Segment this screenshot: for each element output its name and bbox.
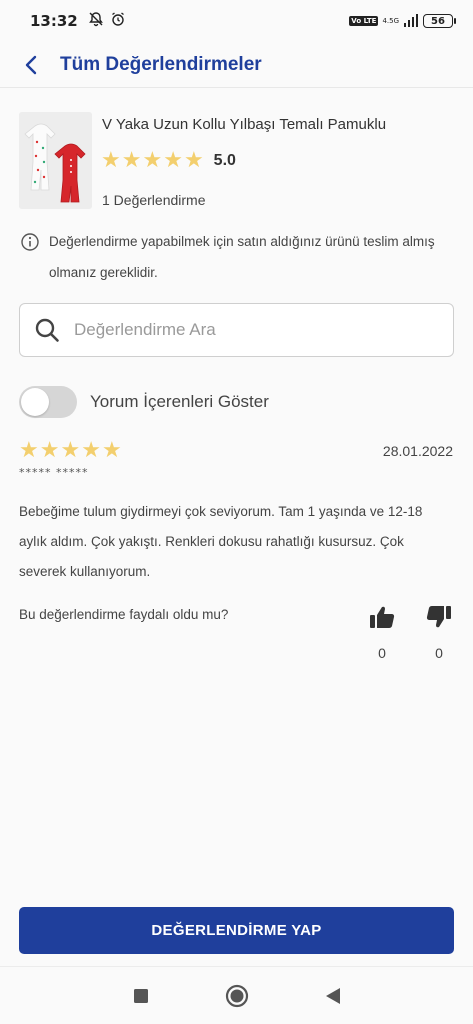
page-title: Tüm Değerlendirmeler bbox=[60, 53, 262, 75]
star-icon: ★ bbox=[142, 148, 163, 173]
status-bar: 13:32 Vo LTE 4.5G 56 bbox=[0, 0, 473, 42]
dislike-count: 0 bbox=[435, 645, 443, 661]
system-nav-bar bbox=[0, 966, 473, 1024]
comments-only-toggle[interactable] bbox=[19, 386, 77, 418]
thumbs-down-icon bbox=[426, 606, 451, 628]
star-icon: ★ bbox=[183, 148, 204, 173]
product-name[interactable]: V Yaka Uzun Kollu Yılbaşı Temalı Pamuklu bbox=[102, 116, 462, 133]
circle-icon bbox=[225, 984, 248, 1007]
status-time: 13:32 bbox=[30, 12, 78, 30]
home-button[interactable] bbox=[225, 984, 249, 1008]
alarm-icon bbox=[110, 11, 126, 31]
reviewer-name: ***** ***** bbox=[19, 466, 89, 479]
rating-value: 5.0 bbox=[213, 152, 236, 169]
star-icon: ★ bbox=[39, 438, 60, 463]
back-nav-button[interactable] bbox=[321, 984, 345, 1008]
search-box[interactable] bbox=[19, 303, 454, 357]
notifications-off-icon bbox=[88, 11, 104, 31]
like-button[interactable]: 0 bbox=[367, 605, 397, 661]
search-input[interactable] bbox=[74, 320, 414, 340]
battery-indicator: 56 bbox=[423, 14, 456, 28]
dislike-button[interactable]: 0 bbox=[424, 605, 454, 661]
product-stars: ★ ★ ★ ★ ★ bbox=[101, 150, 204, 172]
like-count: 0 bbox=[378, 645, 386, 661]
star-icon: ★ bbox=[81, 438, 101, 463]
signal-icon bbox=[403, 12, 419, 31]
volte-badge: Vo LTE bbox=[349, 16, 379, 26]
product-rating: ★ ★ ★ ★ ★ 5.0 bbox=[101, 150, 236, 172]
star-icon: ★ bbox=[19, 438, 39, 463]
star-icon: ★ bbox=[163, 148, 183, 173]
network-type: 4.5G bbox=[382, 17, 399, 25]
product-image[interactable] bbox=[19, 112, 92, 209]
review-item: ★ ★ ★ ★ ★ 28.01.2022 ***** ***** Bebeğim… bbox=[19, 438, 455, 662]
chevron-left-icon bbox=[25, 55, 37, 74]
star-icon: ★ bbox=[60, 438, 81, 463]
info-icon bbox=[20, 232, 40, 252]
toggle-knob bbox=[21, 388, 49, 416]
star-icon: ★ bbox=[101, 148, 121, 173]
square-icon bbox=[133, 988, 148, 1003]
product-summary: V Yaka Uzun Kollu Yılbaşı Temalı Pamuklu… bbox=[19, 112, 459, 210]
thumbs-up-icon bbox=[370, 606, 395, 628]
app-header: Tüm Değerlendirmeler bbox=[0, 42, 473, 88]
review-text: Bebeğime tulum giydirmeyi çok seviyorum.… bbox=[19, 504, 423, 579]
review-count: 1 Değerlendirme bbox=[102, 192, 206, 208]
recents-button[interactable] bbox=[129, 984, 153, 1008]
star-icon: ★ bbox=[101, 438, 122, 463]
helpful-question: Bu değerlendirme faydalı oldu mu? bbox=[19, 607, 229, 622]
info-text: Değerlendirme yapabilmek için satın aldı… bbox=[49, 234, 435, 280]
review-date: 28.01.2022 bbox=[382, 443, 453, 459]
star-icon: ★ bbox=[121, 148, 142, 173]
comments-filter: Yorum İçerenleri Göster bbox=[19, 386, 269, 418]
triangle-back-icon bbox=[325, 987, 340, 1004]
write-review-button[interactable]: DEĞERLENDİRME YAP bbox=[19, 907, 454, 954]
search-icon bbox=[34, 316, 62, 344]
back-button[interactable] bbox=[24, 53, 44, 77]
toggle-label: Yorum İçerenleri Göster bbox=[90, 392, 269, 411]
